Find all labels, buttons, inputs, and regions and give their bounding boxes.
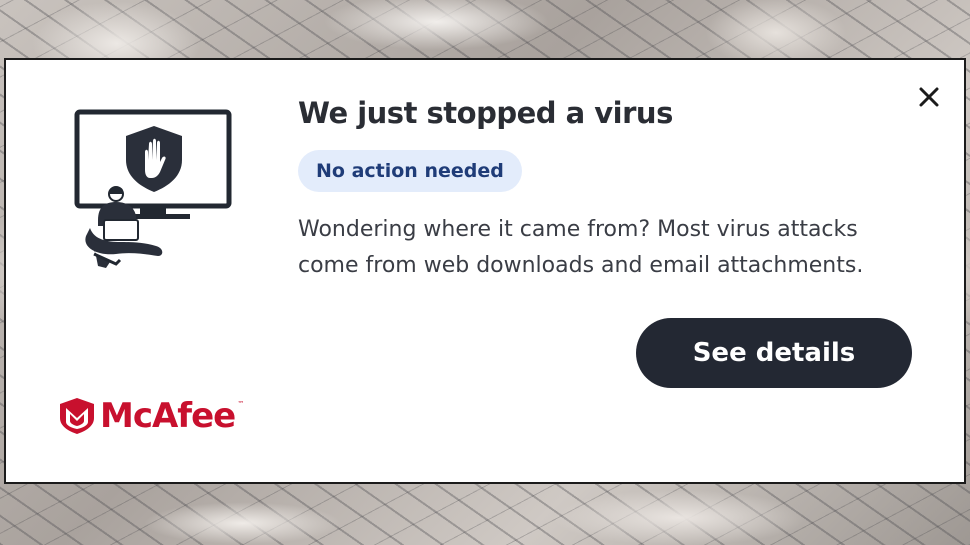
threat-notification: We just stopped a virus No action needed… [4,58,966,484]
mcafee-shield-logo-icon [60,398,94,434]
brand-name: McAfee [100,396,236,436]
notification-title: We just stopped a virus [298,96,673,130]
close-icon [919,87,939,107]
protected-computer-illustration [68,108,246,268]
mcafee-logo: McAfee ™ [60,396,244,436]
see-details-button[interactable]: See details [636,318,912,388]
status-badge: No action needed [298,150,522,192]
trademark-symbol: ™ [237,400,245,408]
close-button[interactable] [912,80,946,114]
notification-description: Wondering where it came from? Most virus… [298,217,864,278]
